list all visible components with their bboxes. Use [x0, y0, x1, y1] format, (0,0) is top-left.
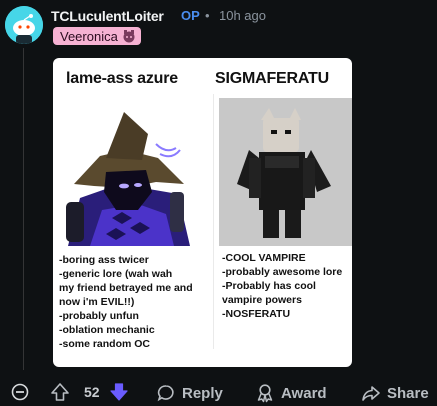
user-flair: Veeronica	[53, 27, 141, 45]
list-item: -COOL VAMPIRE	[222, 252, 306, 264]
comment-actions: 52 Reply Award Share	[0, 377, 437, 406]
vote-count: 52	[84, 384, 100, 400]
speech-bubble-icon	[157, 385, 174, 402]
comment-image[interactable]: lame-ass azure SIGMAFERATU -boring ass t…	[53, 58, 352, 367]
flair-text: Veeronica	[60, 28, 118, 44]
upvote-button[interactable]	[50, 382, 70, 402]
reddit-snoo-icon	[5, 6, 43, 44]
flair-emoji-icon	[123, 30, 135, 43]
list-item: -oblation mechanic	[59, 324, 155, 336]
list-item: -some random OC	[59, 338, 151, 350]
share-button[interactable]: Share	[361, 383, 429, 403]
share-arrow-icon	[362, 386, 380, 401]
op-badge: OP	[181, 8, 200, 23]
award-button[interactable]: Award	[255, 383, 327, 403]
collapse-button[interactable]	[11, 383, 29, 401]
sigmaferatu-character-image	[219, 98, 352, 246]
award-label: Award	[281, 384, 327, 402]
list-item: -probably unfun	[59, 310, 139, 322]
list-item: vampire powers	[222, 294, 302, 306]
azure-character-image	[60, 106, 198, 246]
comment-author[interactable]: TCLuculentLoiter	[51, 8, 164, 24]
separator-dot: •	[205, 8, 210, 23]
downvote-button[interactable]	[109, 382, 129, 402]
thread-line[interactable]	[23, 48, 24, 370]
sigmaferatu-pros-list: -COOL VAMPIRE -probably awesome lore -Pr…	[222, 251, 352, 321]
list-item: -boring ass twicer	[59, 254, 149, 266]
downvote-arrow-icon	[110, 383, 128, 401]
reply-button[interactable]: Reply	[156, 383, 223, 403]
share-label: Share	[387, 384, 429, 402]
list-item: my friend betrayed me and	[59, 282, 193, 294]
list-item: -NOSFERATU	[222, 308, 291, 320]
comment-timestamp[interactable]: 10h ago	[219, 8, 266, 23]
reply-label: Reply	[182, 384, 223, 402]
list-item: -Probably has cool	[222, 280, 316, 292]
list-item: now i'm EVIL!!)	[59, 296, 135, 308]
right-column-title: SIGMAFERATU	[215, 70, 329, 87]
column-divider	[213, 94, 214, 349]
list-item: -probably awesome lore	[222, 266, 343, 278]
award-ribbon-icon	[257, 384, 273, 403]
minus-circle-icon	[11, 383, 29, 401]
user-avatar[interactable]	[5, 6, 43, 44]
upvote-arrow-icon	[51, 383, 69, 401]
list-item: -generic lore (wah wah	[59, 268, 173, 280]
azure-cons-list: -boring ass twicer -generic lore (wah wa…	[59, 253, 211, 351]
left-column-title: lame-ass azure	[66, 70, 178, 87]
